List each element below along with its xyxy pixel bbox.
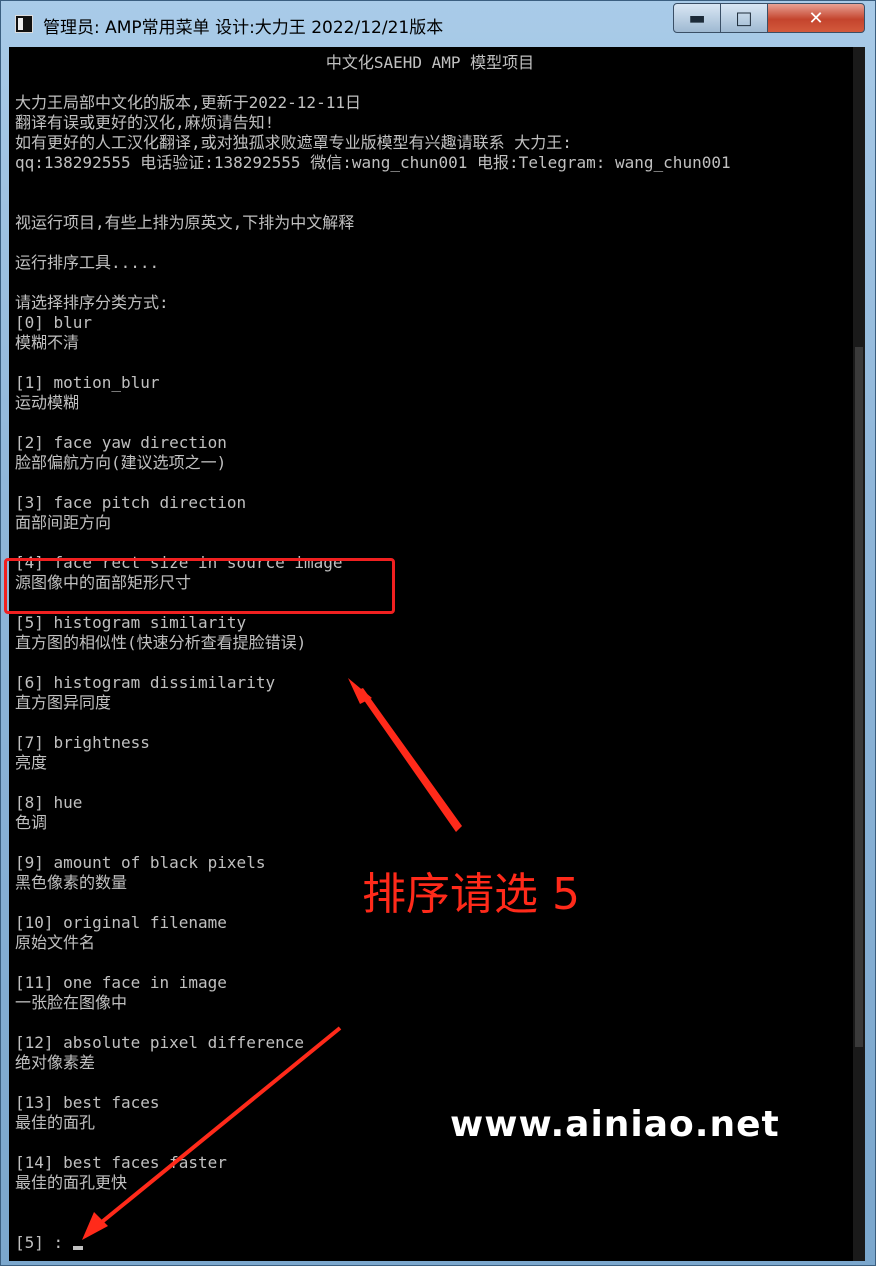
console-line: 原始文件名 [15,933,96,952]
console-line: [3] face pitch direction [15,493,247,512]
console-line: 请选择排序分类方式: [15,293,169,312]
minimize-icon: ▬ [688,7,706,29]
console-line: [8] hue [15,793,83,812]
console-line: [11] one face in image [15,973,227,992]
minimize-button[interactable]: ▬ [673,3,721,33]
console-app-icon[interactable] [15,15,33,33]
input-prompt[interactable]: [5] : [15,1233,845,1253]
close-button[interactable]: ✕ [767,3,865,33]
console-line: [14] best faces faster [15,1153,227,1172]
console-line: 脸部偏航方向(建议选项之一) [15,453,227,472]
console-line: 运动模糊 [15,393,80,412]
highlight-box-option-5 [4,558,395,614]
console-line: [5] histogram similarity [15,613,247,632]
console-line: [6] histogram dissimilarity [15,673,276,692]
scrollbar-thumb[interactable] [855,347,863,1047]
close-icon: ✕ [808,7,824,29]
window-title: 管理员: AMP常用菜单 设计:大力王 2022/12/21版本 [43,18,444,38]
console-line: 中文化SAEHD AMP 模型项目 [325,53,535,72]
console-line: qq:138292555 电话验证:138292555 微信:wang_chun… [15,153,731,172]
console-line: 最佳的面孔更快 [15,1173,128,1192]
watermark-text: www.ainiao.net [450,1104,780,1145]
console-line: 翻译有误或更好的汉化,麻烦请告知! [15,113,275,132]
console-line: 面部间距方向 [15,513,112,532]
console-line: 色调 [15,813,48,832]
console-lines: 中文化SAEHD AMP 模型项目大力王局部中文化的版本,更新于2022-12-… [15,53,845,1253]
maximize-button[interactable]: □ [720,3,768,33]
maximize-icon: □ [735,7,753,29]
console-output[interactable]: 中文化SAEHD AMP 模型项目大力王局部中文化的版本,更新于2022-12-… [9,47,865,1261]
console-line: [7] brightness [15,733,150,752]
console-line: 一张脸在图像中 [15,993,128,1012]
console-line: 模糊不清 [15,333,80,352]
console-line: 直方图的相似性(快速分析查看提脸错误) [15,633,307,652]
console-line: [0] blur [15,313,93,332]
console-line: [2] face yaw direction [15,433,227,452]
console-line: 如有更好的人工汉化翻译,或对独孤求败遮罩专业版模型有兴趣请联系 大力王: [15,133,572,152]
console-line: 大力王局部中文化的版本,更新于2022-12-11日 [15,93,361,112]
console-line: 运行排序工具..... [15,253,160,272]
console-line: [1] motion_blur [15,373,160,392]
title-bar[interactable]: 管理员: AMP常用菜单 设计:大力王 2022/12/21版本 ▬ □ ✕ [1,1,875,47]
text-cursor [72,1246,83,1250]
console-window: 管理员: AMP常用菜单 设计:大力王 2022/12/21版本 ▬ □ ✕ 中… [0,0,876,1266]
console-line: 亮度 [15,753,48,772]
console-line: 绝对像素差 [15,1053,96,1072]
annotation-text: 排序请选 5 [362,869,580,920]
console-line: 视运行项目,有些上排为原英文,下排为中文解释 [15,213,355,232]
console-line: 直方图异同度 [15,693,112,712]
console-line: [12] absolute pixel difference [15,1033,304,1052]
vertical-scrollbar[interactable] [853,47,865,1261]
